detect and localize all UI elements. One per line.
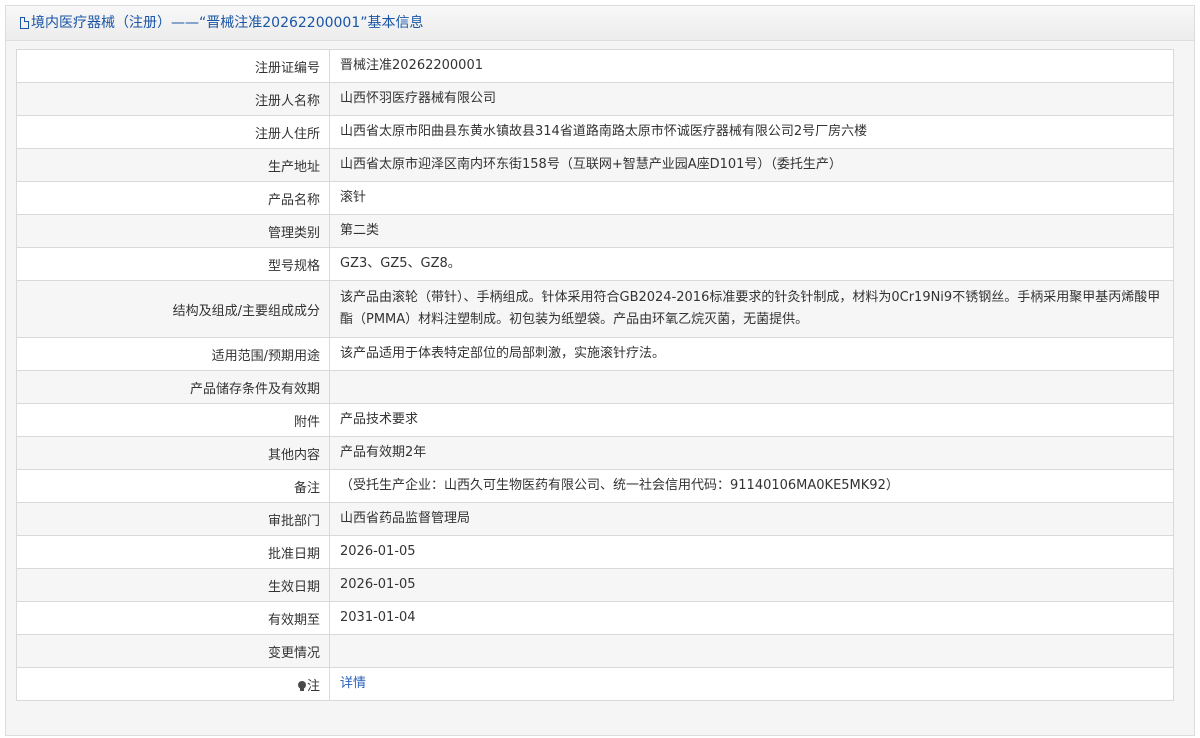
row-value-product-name: 滚针 — [329, 181, 1174, 215]
row-label-approval-date: 批准日期 — [16, 535, 330, 569]
row-value-registrant-name: 山西怀羽医疗器械有限公司 — [329, 82, 1174, 116]
page-title: 境内医疗器械（注册）——“晋械注准20262200001”基本信息 — [31, 15, 424, 31]
table-row: 生产地址 山西省太原市迎泽区南内环东街158号（互联网+智慧产业园A座D101号… — [16, 148, 1174, 182]
row-label-intended-use: 适用范围/预期用途 — [16, 337, 330, 371]
table-row: 生效日期 2026-01-05 — [16, 568, 1174, 602]
row-value-registration-number: 晋械注准20262200001 — [329, 49, 1174, 83]
row-value-model-spec: GZ3、GZ5、GZ8。 — [329, 247, 1174, 281]
table-row: 产品名称 滚针 — [16, 181, 1174, 215]
row-value-attachment: 产品技术要求 — [329, 403, 1174, 437]
table-row: 产品储存条件及有效期 — [16, 370, 1174, 404]
row-label-production-address: 生产地址 — [16, 148, 330, 182]
row-label-note: 注 — [16, 667, 330, 701]
panel-title-bar: 境内医疗器械（注册）——“晋械注准20262200001”基本信息 — [6, 6, 1194, 41]
row-label-model-spec: 型号规格 — [16, 247, 330, 281]
row-value-management-class: 第二类 — [329, 214, 1174, 248]
table-row: 管理类别 第二类 — [16, 214, 1174, 248]
row-label-change-status: 变更情况 — [16, 634, 330, 668]
row-value-registrant-address: 山西省太原市阳曲县东黄水镇故县314省道路南路太原市怀诚医疗器械有限公司2号厂房… — [329, 115, 1174, 149]
table-row: 附件 产品技术要求 — [16, 403, 1174, 437]
table-row: 批准日期 2026-01-05 — [16, 535, 1174, 569]
table-row: 适用范围/预期用途 该产品适用于体表特定部位的局部刺激，实施滚针疗法。 — [16, 337, 1174, 371]
row-label-valid-until: 有效期至 — [16, 601, 330, 635]
row-value-change-status — [329, 634, 1174, 668]
row-label-product-name: 产品名称 — [16, 181, 330, 215]
row-value-note: 详情 — [329, 667, 1174, 701]
row-label-storage-validity: 产品储存条件及有效期 — [16, 370, 330, 404]
row-value-other-content: 产品有效期2年 — [329, 436, 1174, 470]
info-table-container: 注册证编号 晋械注准20262200001 注册人名称 山西怀羽医疗器械有限公司… — [16, 49, 1174, 701]
row-label-management-class: 管理类别 — [16, 214, 330, 248]
table-row: 注册人住所 山西省太原市阳曲县东黄水镇故县314省道路南路太原市怀诚医疗器械有限… — [16, 115, 1174, 149]
table-row: 备注 （受托生产企业：山西久可生物医药有限公司、统一社会信用代码：9114010… — [16, 469, 1174, 503]
row-value-valid-until: 2031-01-04 — [329, 601, 1174, 635]
note-label: 注 — [306, 678, 320, 694]
table-row: 其他内容 产品有效期2年 — [16, 436, 1174, 470]
row-value-approval-date: 2026-01-05 — [329, 535, 1174, 569]
table-row: 审批部门 山西省药品监督管理局 — [16, 502, 1174, 536]
info-table: 注册证编号 晋械注准20262200001 注册人名称 山西怀羽医疗器械有限公司… — [16, 49, 1174, 701]
row-value-effective-date: 2026-01-05 — [329, 568, 1174, 602]
row-label-registrant-address: 注册人住所 — [16, 115, 330, 149]
row-label-effective-date: 生效日期 — [16, 568, 330, 602]
details-link[interactable]: 详情 — [340, 676, 366, 691]
table-row: 型号规格 GZ3、GZ5、GZ8。 — [16, 247, 1174, 281]
table-row: 变更情况 — [16, 634, 1174, 668]
row-label-attachment: 附件 — [16, 403, 330, 437]
lightbulb-icon — [297, 680, 306, 691]
row-value-production-address: 山西省太原市迎泽区南内环东街158号（互联网+智慧产业园A座D101号）（委托生… — [329, 148, 1174, 182]
row-value-remarks: （受托生产企业：山西久可生物医药有限公司、统一社会信用代码：91140106MA… — [329, 469, 1174, 503]
table-row: 有效期至 2031-01-04 — [16, 601, 1174, 635]
table-row: 注册证编号 晋械注准20262200001 — [16, 49, 1174, 83]
row-label-approval-department: 审批部门 — [16, 502, 330, 536]
row-value-approval-department: 山西省药品监督管理局 — [329, 502, 1174, 536]
document-icon — [20, 17, 29, 29]
row-label-registration-number: 注册证编号 — [16, 49, 330, 83]
row-label-structure-composition: 结构及组成/主要组成成分 — [16, 280, 330, 338]
table-row: 注册人名称 山西怀羽医疗器械有限公司 — [16, 82, 1174, 116]
row-value-structure-composition: 该产品由滚轮（带针）、手柄组成。针体采用符合GB2024-2016标准要求的针灸… — [329, 280, 1174, 338]
row-value-intended-use: 该产品适用于体表特定部位的局部刺激，实施滚针疗法。 — [329, 337, 1174, 371]
row-label-registrant-name: 注册人名称 — [16, 82, 330, 116]
row-label-other-content: 其他内容 — [16, 436, 330, 470]
row-label-remarks: 备注 — [16, 469, 330, 503]
table-row: 注 详情 — [16, 667, 1174, 701]
row-value-storage-validity — [329, 370, 1174, 404]
table-row: 结构及组成/主要组成成分 该产品由滚轮（带针）、手柄组成。针体采用符合GB202… — [16, 280, 1174, 338]
